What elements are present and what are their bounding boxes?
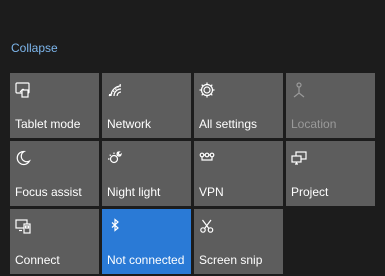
screen-snip-tile[interactable]: Screen snip (194, 209, 283, 274)
tablet-mode-tile[interactable]: Tablet mode (10, 73, 99, 138)
vpn-icon (198, 149, 216, 167)
network-tile[interactable]: Network (102, 73, 191, 138)
location-tile[interactable]: Location (286, 73, 375, 138)
tile-label: Project (291, 185, 329, 199)
tile-label: Night light (107, 185, 161, 199)
tile-label: Location (291, 117, 337, 131)
all-settings-tile[interactable]: All settings (194, 73, 283, 138)
tile-label: Tablet mode (15, 117, 81, 131)
tablet-mode-icon (14, 81, 32, 99)
tile-label: Not connected (107, 253, 185, 267)
location-icon (290, 81, 308, 99)
night-light-tile[interactable]: Night light (102, 141, 191, 206)
moon-icon (14, 149, 32, 167)
connect-icon (14, 217, 32, 235)
tile-label: Connect (15, 253, 60, 267)
collapse-link[interactable]: Collapse (11, 41, 58, 55)
bluetooth-icon (106, 217, 124, 235)
tile-label: All settings (199, 117, 258, 131)
bluetooth-tile[interactable]: Not connected (102, 209, 191, 274)
quick-actions-grid: Tablet mode Network All settings Locatio… (10, 73, 375, 274)
screen-snip-icon (198, 217, 216, 235)
tile-label: Network (107, 117, 152, 131)
project-tile[interactable]: Project (286, 141, 375, 206)
network-icon (106, 81, 124, 99)
project-icon (290, 149, 308, 167)
focus-assist-tile[interactable]: Focus assist (10, 141, 99, 206)
tile-label: Focus assist (15, 185, 82, 199)
gear-icon (198, 81, 216, 99)
tile-label: Screen snip (199, 253, 263, 267)
night-light-icon (106, 149, 124, 167)
tile-label: VPN (199, 185, 224, 199)
vpn-tile[interactable]: VPN (194, 141, 283, 206)
connect-tile[interactable]: Connect (10, 209, 99, 274)
